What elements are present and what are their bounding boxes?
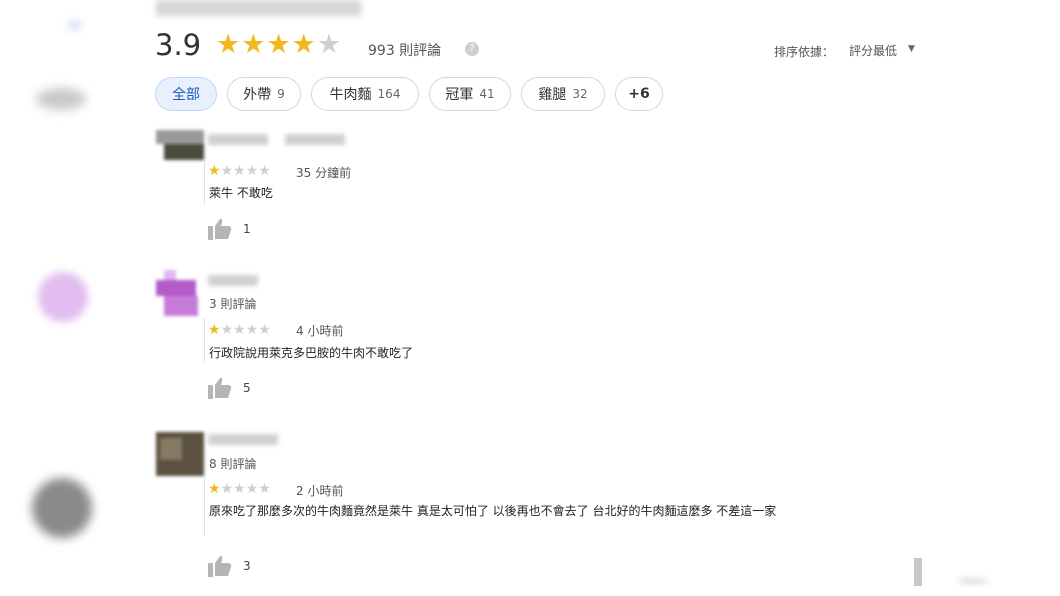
like-count: 3 [243,559,251,573]
reviewer-name-blurred[interactable] [208,275,258,286]
star-empty-icon: ★ [220,481,234,497]
review-stars: ★★★★★ [208,323,271,337]
background-avatar [36,88,86,110]
star-empty-icon: ★ [245,481,259,497]
star-filled-icon: ★ [208,163,221,179]
star-filled-icon: ★ [291,29,317,60]
chip-all[interactable]: 全部 [155,77,217,111]
chip-beef-noodle[interactable]: 牛肉麵 164 [311,77,419,111]
avatar[interactable] [156,432,204,476]
help-icon[interactable]: ? [465,42,479,56]
star-empty-icon: ★ [258,163,271,179]
star-filled-icon: ★ [266,29,292,60]
reviewer-review-count[interactable]: 3 則評論 [209,295,256,312]
background-mark [958,578,988,584]
review-text: 行政院說用萊克多巴胺的牛肉不敢吃了 [209,346,414,360]
avatar[interactable] [156,270,204,316]
star-empty-icon: ★ [220,163,234,179]
thumbs-up-icon[interactable] [208,555,232,577]
reviewer-name-blurred [285,134,345,145]
review-text: 萊牛 不敢吃 [209,186,273,200]
star-empty-icon: ★ [245,322,259,338]
thumbs-up-icon[interactable] [208,377,232,399]
star-filled-icon: ★ [241,29,267,60]
thumbs-up-icon[interactable] [208,218,232,240]
star-empty-icon: ★ [258,322,271,338]
sort-label[interactable]: 排序依據： [774,43,834,60]
scrollbar-thumb[interactable] [914,558,922,586]
chip-label: 雞腿 [538,87,567,103]
avatar[interactable] [156,130,204,170]
star-empty-icon: ★ [316,29,343,60]
chip-label: 冠軍 [445,87,474,103]
chip-label: +6 [628,86,650,102]
rating-stars: ★★★★★ [216,30,342,60]
review-divider [204,478,205,536]
reviewer-name-blurred[interactable] [208,434,278,445]
background-avatar [38,272,88,322]
chip-champion[interactable]: 冠軍 41 [429,77,511,111]
chevron-down-icon[interactable]: ▼ [908,44,915,54]
chip-label: 牛肉麵 [329,87,372,103]
star-empty-icon: ★ [258,481,271,497]
rating-value: 3.9 [155,28,202,62]
review-text: 原來吃了那麼多次的牛肉麵竟然是萊牛 真是太可怕了 以後再也不會去了 台北好的牛肉… [209,504,777,518]
sort-value[interactable]: 評分最低 [849,42,897,59]
chip-count: 32 [572,87,588,101]
review-stars: ★★★★★ [208,482,271,496]
chip-label: 全部 [172,87,200,103]
star-filled-icon: ★ [208,322,221,338]
star-filled-icon: ★ [216,29,242,60]
reviewer-name-blurred[interactable] [208,134,268,145]
star-filled-icon: ★ [208,481,221,497]
background-avatar [32,478,92,538]
review-divider [204,160,205,204]
chip-takeout[interactable]: 外帶 9 [227,77,301,111]
star-empty-icon: ★ [220,322,234,338]
chip-count: 41 [479,87,495,101]
star-empty-icon: ★ [233,481,246,497]
chip-more[interactable]: +6 [615,77,663,111]
star-empty-icon: ★ [233,163,246,179]
chip-count: 9 [277,87,285,101]
review-stars: ★★★★★ [208,164,271,178]
review-time: 4 小時前 [296,324,344,338]
star-empty-icon: ★ [233,322,246,338]
like-count: 1 [243,222,251,236]
review-time: 2 小時前 [296,484,344,498]
chip-label: 外帶 [243,87,272,103]
background-mark [68,20,82,30]
review-divider [204,318,205,362]
star-empty-icon: ★ [245,163,259,179]
chip-chicken-leg[interactable]: 雞腿 32 [521,77,605,111]
place-name-blurred [156,0,361,16]
reviewer-review-count[interactable]: 8 則評論 [209,455,256,472]
chip-count: 164 [377,87,401,101]
review-count[interactable]: 993 則評論 [368,40,441,60]
like-count: 5 [243,381,251,395]
review-time: 35 分鐘前 [296,166,352,180]
